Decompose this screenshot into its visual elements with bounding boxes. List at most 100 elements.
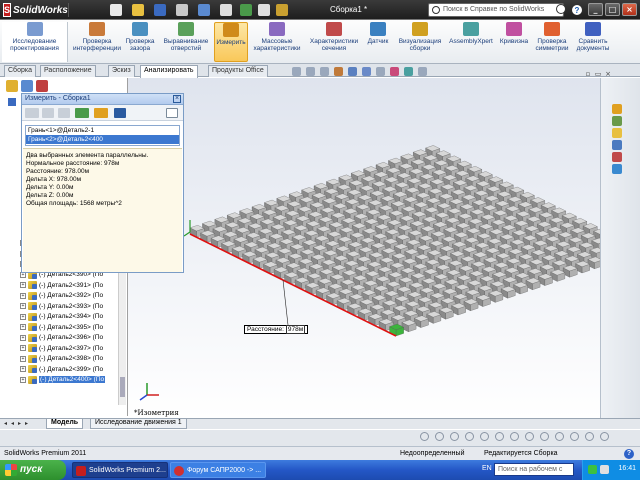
configuration-manager-tab-icon[interactable] [36,80,48,92]
xyz-measure-icon[interactable] [58,108,70,118]
symmetry-check-button[interactable]: Проверка симметрии [534,22,570,62]
options-icon[interactable] [276,4,288,16]
expand-icon[interactable]: + [20,303,26,310]
tree-item[interactable]: + (-) Деталь2<398> (По [20,354,126,365]
measure-dialog-titlebar[interactable]: Измерить - Сборка1 × [22,94,183,105]
file-properties-icon[interactable] [258,4,270,16]
tab-assembly[interactable]: Сборка [4,65,36,77]
file-explorer-icon[interactable] [612,128,622,138]
first-tab-icon[interactable]: ◂ [4,420,10,427]
doc-minimize-icon[interactable]: ▫ [584,70,592,78]
design-library-icon[interactable] [612,116,622,126]
expand-icon[interactable]: + [20,324,26,331]
doc-restore-icon[interactable]: ▭ [594,70,602,78]
view-tool-icon[interactable] [540,432,549,441]
tab-office-products[interactable]: Продукты Office [208,65,268,77]
solidworks-resources-icon[interactable] [612,104,622,114]
selection-list[interactable]: Грань<1>@Деталь2-1 Грань<2>@Деталь2<400 [25,125,180,146]
desktop-search-input[interactable]: Поиск на рабочем с [494,463,574,476]
apply-scene-icon[interactable] [404,67,413,76]
tree-item[interactable]: + (-) Деталь2<394> (По [20,312,126,323]
new-file-icon[interactable] [110,4,122,16]
cube-part[interactable] [537,273,553,286]
measure-dialog[interactable]: Измерить - Сборка1 × Грань<1>@Деталь2-1 Г… [21,93,184,273]
compare-documents-button[interactable]: Сравнить документы [574,22,612,62]
tab-model[interactable]: Модель [46,419,84,429]
view-tool-icon[interactable] [510,432,519,441]
tree-item[interactable]: + (-) Деталь2<392> (По [20,291,126,302]
cube-part[interactable] [475,294,491,307]
hole-alignment-button[interactable]: Выравнивание отверстий [162,22,210,62]
hide-show-items-icon[interactable] [376,67,385,76]
expand-icon[interactable]: + [20,292,26,299]
clearance-check-button[interactable]: Проверка зазора [122,22,158,62]
print-icon[interactable] [176,4,188,16]
cube-part[interactable] [488,290,504,303]
tree-item[interactable]: + (-) Деталь2<391> (По [20,280,126,291]
filter-icon[interactable] [8,98,16,106]
tab-layout[interactable]: Расположение [40,65,96,77]
view-tool-icon[interactable] [450,432,459,441]
collapse-icon[interactable] [166,108,178,118]
custom-properties-icon[interactable] [612,164,622,174]
display-style-icon[interactable] [362,67,371,76]
tree-item[interactable]: + (-) Деталь2<397> (По [20,343,126,354]
tab-motion-study[interactable]: Исследование движения 1 [90,419,187,429]
next-tab-icon[interactable]: ▸ [18,420,24,427]
point-to-point-icon[interactable] [75,108,89,118]
selection-item[interactable]: Грань<1>@Деталь2-1 [26,126,179,135]
help-status-icon[interactable]: ? [624,449,634,459]
expand-icon[interactable]: + [20,334,26,341]
prev-tab-icon[interactable]: ◂ [11,420,17,427]
expand-icon[interactable]: + [20,366,26,373]
doc-close-icon[interactable]: × [604,70,612,78]
view-tool-icon[interactable] [555,432,564,441]
assembly-visualization-button[interactable]: Визуализация сборки [396,22,444,62]
view-tool-icon[interactable] [600,432,609,441]
section-view-icon[interactable] [334,67,343,76]
cube-part[interactable] [525,277,541,291]
select-arrow-icon[interactable] [220,4,232,16]
mass-properties-button[interactable]: Массовые характеристики [252,22,302,62]
view-tool-icon[interactable] [480,432,489,441]
section-properties-button[interactable]: Характеристики сечения [308,22,360,62]
cube-part[interactable] [401,319,417,333]
save-icon[interactable] [154,4,166,16]
cube-part[interactable] [413,315,429,328]
undo-icon[interactable] [198,4,210,16]
expand-icon[interactable]: + [20,345,26,352]
tab-sketch[interactable]: Эскиз [108,65,135,77]
measure-dialog-close-button[interactable]: × [173,95,181,103]
tree-item[interactable]: + (-) Деталь2<396> (По [20,333,126,344]
zoom-to-fit-icon[interactable] [292,67,301,76]
cube-part[interactable] [513,281,529,295]
feature-manager-tab-icon[interactable] [6,80,18,92]
expand-icon[interactable]: + [20,376,26,383]
cube-part[interactable] [500,286,516,299]
expand-icon[interactable]: + [20,355,26,362]
help-icon[interactable]: ? [572,5,582,15]
cube-part[interactable] [575,260,591,274]
selection-item[interactable]: Грань<2>@Деталь2<400 [26,135,179,144]
tree-item[interactable]: + (-) Деталь2<400> (По [20,375,126,386]
view-tool-icon[interactable] [585,432,594,441]
design-study-button[interactable]: Исследование проектирования [2,22,68,62]
view-tool-icon[interactable] [495,432,504,441]
previous-view-icon[interactable] [320,67,329,76]
history-icon[interactable] [114,108,126,118]
language-indicator[interactable]: EN [482,465,492,472]
close-button[interactable]: × [622,3,637,16]
interference-check-button[interactable]: Проверка интерференции [73,22,121,62]
view-palette-icon[interactable] [612,140,622,150]
cube-part[interactable] [562,265,578,278]
taskbar-item-solidworks[interactable]: SolidWorks Premium 2... [72,462,168,478]
minimize-button[interactable]: _ [588,3,603,16]
expand-icon[interactable]: + [20,282,26,289]
restore-button[interactable]: □ [605,3,620,16]
units-precision-icon[interactable] [42,108,54,118]
view-tool-icon[interactable] [525,432,534,441]
open-folder-icon[interactable] [132,4,144,16]
property-manager-tab-icon[interactable] [21,80,33,92]
volume-icon[interactable] [600,465,609,474]
arc-circle-measure-icon[interactable] [25,108,39,118]
